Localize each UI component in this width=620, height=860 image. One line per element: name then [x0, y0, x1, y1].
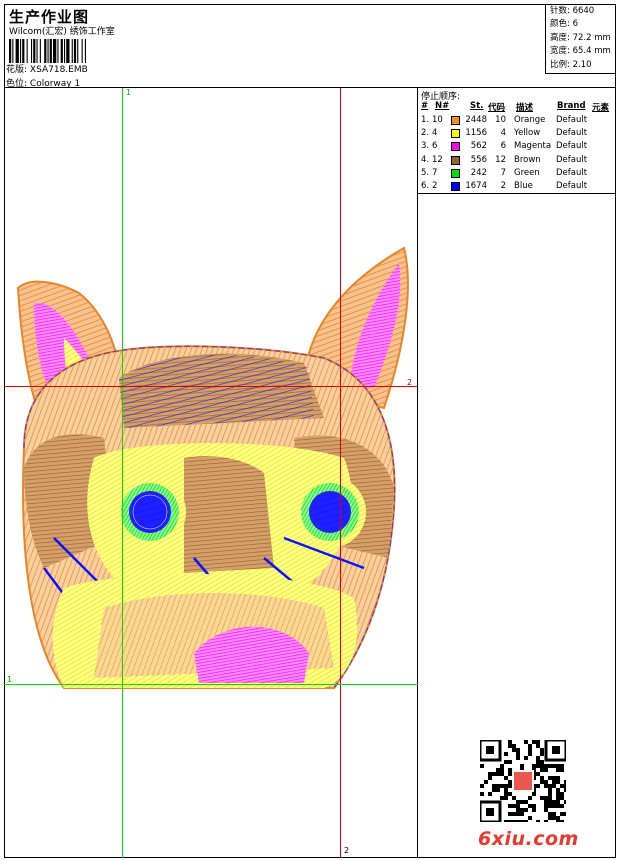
col-description: 描述 [516, 103, 534, 113]
stop-sequence-panel: 停止顺序: # N# St. 代码 描述 Brand 元素 1. 10 2448 10… [418, 88, 616, 194]
row-needle: 7 [432, 167, 438, 178]
stop-sequence-row: 6. 2 1674 2 Blue Default [418, 181, 616, 194]
col-needle: N# [435, 101, 450, 111]
row-code: 12 [495, 154, 506, 165]
grid-line-vertical-2 [340, 88, 341, 858]
row-description: Orange [514, 115, 546, 125]
row-description: Green [514, 167, 540, 178]
meta-width: 宽度: 65.4 mm [550, 46, 611, 57]
color-swatch [451, 182, 460, 191]
meta-height: 高度: 72.2 mm [550, 32, 611, 43]
col-stitches: St. [470, 101, 484, 111]
color-swatch [451, 142, 460, 152]
stop-sequence-row: 1. 10 2448 10 Orange Default [418, 115, 616, 128]
color-swatch [451, 129, 460, 139]
row-index: 1. [421, 115, 430, 125]
row-index: 5. [421, 167, 430, 178]
design-value: XSA718.EMB [29, 65, 88, 75]
row-brand: Default [556, 115, 588, 125]
row-code: 6 [500, 141, 506, 152]
grid-label-top: 1 [126, 88, 132, 97]
row-code: 4 [500, 128, 506, 139]
color-swatch [451, 116, 460, 125]
embroidery-design-image [16, 246, 409, 689]
grid-line-horizontal-2 [4, 386, 418, 387]
grid-label-left: 1 [7, 675, 13, 684]
row-stitches: 1156 [465, 128, 487, 139]
row-description: Blue [514, 181, 533, 191]
col-index: # [421, 101, 429, 111]
row-stitches: 242 [470, 167, 487, 178]
stop-sequence-row: 2. 4 1156 4 Yellow Default [418, 128, 616, 141]
row-index: 4. [421, 154, 430, 165]
color-swatch [451, 155, 460, 165]
row-description: Brown [514, 154, 541, 165]
design-metadata: 针数: 6640 颜色: 6 高度: 72.2 mm 宽度: 65.4 mm 比… [545, 4, 616, 74]
col-element: 元素 [592, 103, 610, 113]
meta-stitches: 针数: 6640 [550, 6, 595, 16]
meta-scale: 比例: 2.10 [550, 59, 592, 70]
watermark-brand: 6xiu.com [478, 828, 579, 850]
grid-label-right: 2 [407, 378, 413, 387]
row-index: 2. [421, 128, 430, 139]
row-needle: 6 [432, 141, 438, 152]
row-code: 10 [495, 115, 506, 125]
row-stitches: 1674 [465, 181, 487, 191]
row-brand: Default [556, 154, 588, 165]
row-stitches: 562 [470, 141, 487, 152]
col-brand: Brand [557, 101, 586, 111]
company-name: Wilcom(汇宏) 绣饰工作室 [9, 27, 115, 37]
row-code: 7 [500, 167, 506, 178]
stop-sequence-row: 5. 7 242 7 Green Default [418, 168, 616, 181]
grid-line-vertical-1 [122, 88, 123, 858]
barcode [9, 39, 86, 63]
stop-sequence-row: 3. 6 562 6 Magenta Default [418, 141, 616, 154]
row-description: Yellow [514, 128, 541, 139]
row-needle: 2 [432, 181, 438, 191]
row-index: 3. [421, 141, 430, 152]
meta-colors: 颜色: 6 [550, 19, 578, 30]
row-stitches: 2448 [465, 115, 487, 125]
row-brand: Default [556, 128, 588, 139]
row-needle: 12 [432, 154, 443, 165]
row-description: Magenta [514, 141, 552, 152]
grid-line-horizontal-1 [4, 684, 418, 685]
row-needle: 4 [432, 128, 438, 139]
row-needle: 10 [432, 115, 443, 125]
header: 生产作业图 Wilcom(汇宏) 绣饰工作室 花版: XSA718.EMB 色位… [4, 4, 616, 89]
row-code: 2 [500, 181, 506, 191]
design-info: 花版: XSA718.EMB [6, 62, 88, 75]
color-swatch [451, 168, 460, 178]
grid-label-bottom: 2 [344, 846, 350, 855]
design-label: 花版: [6, 65, 28, 75]
col-code: 代码 [488, 103, 506, 113]
row-brand: Default [556, 141, 588, 152]
design-canvas: 1 2 2 1 [4, 88, 418, 858]
row-stitches: 556 [470, 154, 487, 165]
stop-sequence-header: # N# St. 代码 描述 Brand 元素 [418, 101, 616, 113]
row-brand: Default [556, 181, 588, 191]
stop-sequence-row: 4. 12 556 12 Brown Default [418, 155, 616, 168]
row-index: 6. [421, 181, 430, 191]
row-brand: Default [556, 167, 588, 178]
qr-code [480, 740, 566, 822]
